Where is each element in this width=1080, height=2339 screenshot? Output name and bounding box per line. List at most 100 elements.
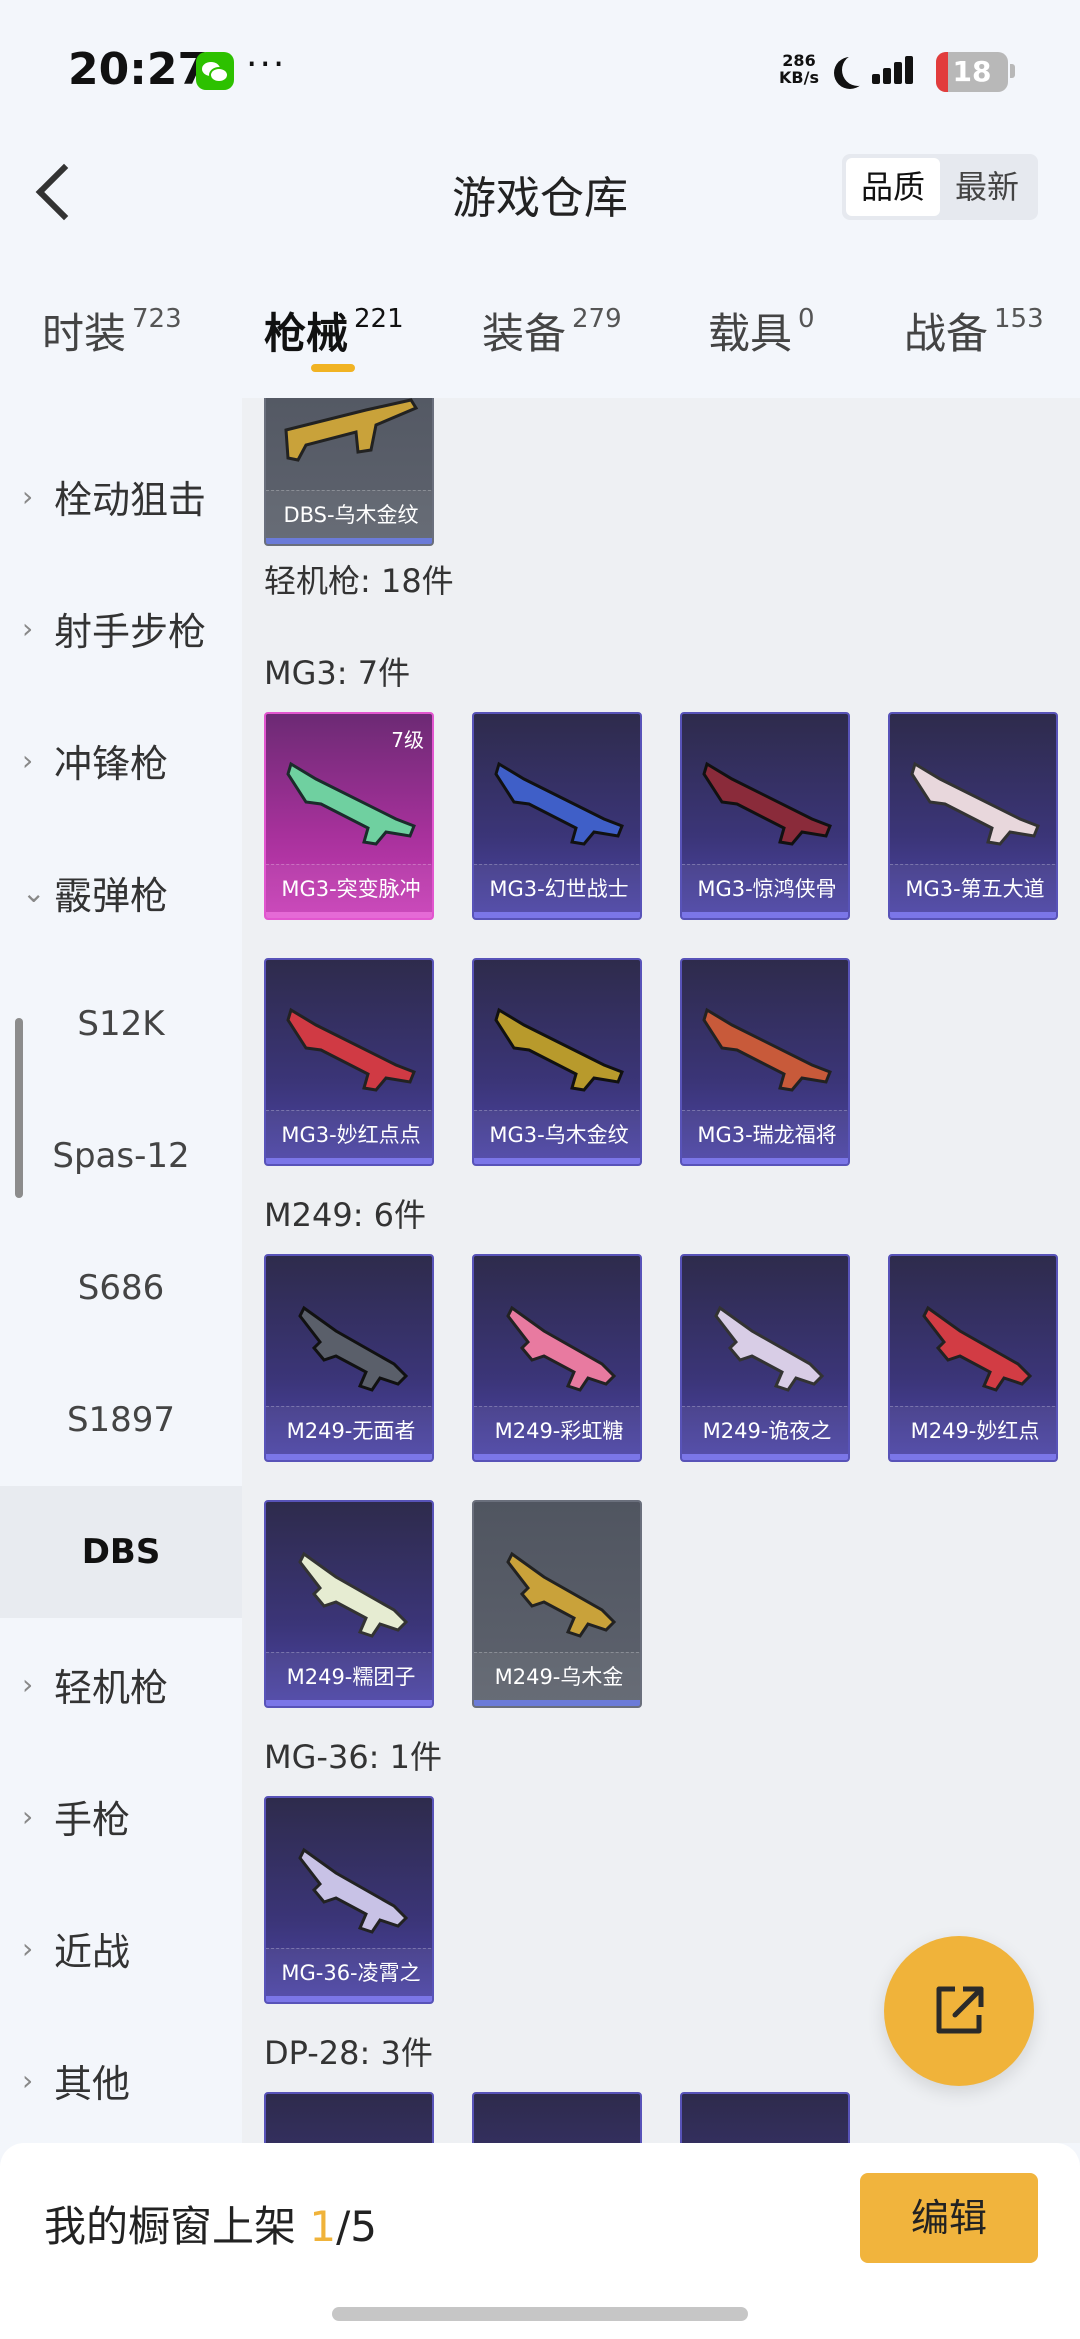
tab-count: 221	[354, 304, 404, 334]
sidebar-item-dbs[interactable]: DBS	[0, 1486, 242, 1618]
rarity-bar	[474, 1454, 640, 1460]
sidebar-item-bolt-sniper[interactable]: › 栓动狙击	[0, 430, 242, 562]
rarity-bar	[682, 1158, 848, 1164]
network-speed: 286 KB/s	[774, 52, 824, 86]
item-card[interactable]: M249-彩虹糖	[472, 1254, 642, 1462]
sidebar-item-label: 栓动狙击	[54, 477, 207, 522]
edit-button[interactable]: 编辑	[860, 2173, 1038, 2263]
status-bar: 20:27 ··· 286 KB/s 18	[0, 0, 1080, 140]
tab-count: 0	[798, 304, 815, 334]
tab-vehicles[interactable]: 载具 0	[708, 300, 815, 361]
sort-toggle: 品质 最新	[842, 154, 1038, 220]
item-card[interactable]: M249-妙红点	[888, 1254, 1058, 1462]
gun-image-icon	[922, 1305, 1033, 1392]
item-card[interactable]: M249-无面者	[264, 1254, 434, 1462]
item-name: M249-诡夜之	[682, 1406, 848, 1454]
tab-fashion[interactable]: 时装 723	[42, 300, 182, 361]
chevron-right-icon: ›	[22, 1799, 34, 1833]
item-name: MG3-惊鸿侠骨	[682, 864, 848, 912]
chevron-down-icon: ⌄	[22, 875, 46, 909]
tab-equipment[interactable]: 装备 279	[482, 300, 622, 361]
sort-newest-button[interactable]: 最新	[940, 158, 1034, 216]
moon-icon	[842, 54, 874, 86]
sidebar-item-other[interactable]: › 其他	[0, 2014, 242, 2146]
sidebar-item-shotgun[interactable]: ⌄ 霰弹枪	[0, 826, 242, 958]
sidebar-item-label: 其他	[54, 2061, 131, 2106]
rarity-bar	[266, 1996, 432, 2002]
group-label-mg3: MG3: 7件	[264, 654, 411, 692]
item-name: MG-36-凌霄之	[266, 1948, 432, 1996]
chevron-right-icon: ›	[22, 2063, 34, 2097]
sidebar-item-label: 射手步枪	[54, 609, 207, 654]
item-card[interactable]: MG3-妙红点点	[264, 958, 434, 1166]
tab-label: 装备	[482, 309, 567, 358]
rarity-bar	[474, 912, 640, 918]
showcase-status: 我的橱窗上架 1/5	[44, 2193, 377, 2254]
share-button[interactable]	[884, 1936, 1034, 2086]
gun-image-icon	[494, 1007, 624, 1092]
item-card[interactable]: 7级 MG3-突变脉冲	[264, 712, 434, 920]
gun-image-icon	[702, 761, 832, 846]
group-label-dp28: DP-28: 3件	[264, 2034, 433, 2072]
item-card[interactable]: M249-诡夜之	[680, 1254, 850, 1462]
item-card[interactable]	[680, 2092, 850, 2143]
sidebar-item-s686[interactable]: S686	[0, 1222, 242, 1354]
group-label-m249: M249: 6件	[264, 1196, 427, 1234]
item-name: MG3-瑞龙福将	[682, 1110, 848, 1158]
item-name: M249-糯团子	[266, 1652, 432, 1700]
sidebar-item-melee[interactable]: › 近战	[0, 1882, 242, 2014]
sidebar-item-s12k[interactable]: S12K	[0, 958, 242, 1090]
tab-label: 枪械	[264, 309, 349, 358]
item-card[interactable]: DBS-乌木金纹	[264, 398, 434, 546]
gun-image-icon	[286, 761, 416, 846]
chevron-right-icon: ›	[22, 1667, 34, 1701]
gun-image-icon	[506, 1551, 617, 1638]
tab-combat-gear[interactable]: 战备 153	[904, 300, 1044, 361]
showcase-current: 1	[309, 2202, 337, 2251]
item-card[interactable]: MG-36-凌霄之	[264, 1796, 434, 2004]
sidebar-item-lmg[interactable]: › 轻机枪	[0, 1618, 242, 1750]
sidebar-item-smg[interactable]: › 冲锋枪	[0, 694, 242, 826]
item-card[interactable]	[472, 2092, 642, 2143]
header: 游戏仓库 品质 最新	[0, 140, 1080, 240]
battery-tip	[1010, 64, 1015, 78]
item-card[interactable]: MG3-乌木金纹	[472, 958, 642, 1166]
sidebar-item-pistol[interactable]: › 手枪	[0, 1750, 242, 1882]
tab-count: 279	[572, 304, 622, 334]
rarity-bar	[266, 1158, 432, 1164]
item-card[interactable]: MG3-瑞龙福将	[680, 958, 850, 1166]
gun-image-icon	[702, 1007, 832, 1092]
item-card[interactable]: M249-乌木金	[472, 1500, 642, 1708]
gun-image-icon	[494, 761, 624, 846]
home-indicator[interactable]	[332, 2307, 748, 2321]
sidebar-item-spas12[interactable]: Spas-12	[0, 1090, 242, 1222]
item-name: MG3-幻世战士	[474, 864, 640, 912]
rarity-bar	[266, 1700, 432, 1706]
group-label-mg36: MG-36: 1件	[264, 1738, 442, 1776]
item-name: MG3-妙红点点	[266, 1110, 432, 1158]
network-speed-unit: KB/s	[779, 68, 819, 87]
tab-label: 战备	[904, 309, 989, 358]
item-name: MG3-突变脉冲	[266, 864, 432, 912]
sort-quality-button[interactable]: 品质	[846, 158, 940, 216]
share-export-icon	[936, 1986, 984, 2034]
showcase-total: /5	[336, 2202, 377, 2251]
item-card[interactable]: MG3-第五大道	[888, 712, 1058, 920]
tab-firearms[interactable]: 枪械 221	[264, 300, 404, 361]
sidebar-item-s1897[interactable]: S1897	[0, 1354, 242, 1486]
item-card[interactable]: M249-糯团子	[264, 1500, 434, 1708]
item-card[interactable]: MG3-惊鸿侠骨	[680, 712, 850, 920]
tab-count: 153	[994, 304, 1044, 334]
item-grid-panel[interactable]: DBS-乌木金纹 轻机枪: 18件 MG3: 7件 7级 MG3-突变脉冲 MG…	[242, 398, 1080, 2143]
rarity-bar	[474, 1700, 640, 1706]
rarity-bar	[474, 1158, 640, 1164]
item-card[interactable]	[264, 2092, 434, 2143]
item-card[interactable]: MG3-幻世战士	[472, 712, 642, 920]
sidebar-item-marksman-rifle[interactable]: › 射手步枪	[0, 562, 242, 694]
bottom-bar: 我的橱窗上架 1/5 编辑	[0, 2143, 1080, 2293]
rarity-bar	[266, 912, 432, 918]
item-name: MG3-乌木金纹	[474, 1110, 640, 1158]
rarity-bar	[890, 912, 1056, 918]
signal-icon	[872, 56, 913, 84]
chevron-right-icon: ›	[22, 1931, 34, 1965]
